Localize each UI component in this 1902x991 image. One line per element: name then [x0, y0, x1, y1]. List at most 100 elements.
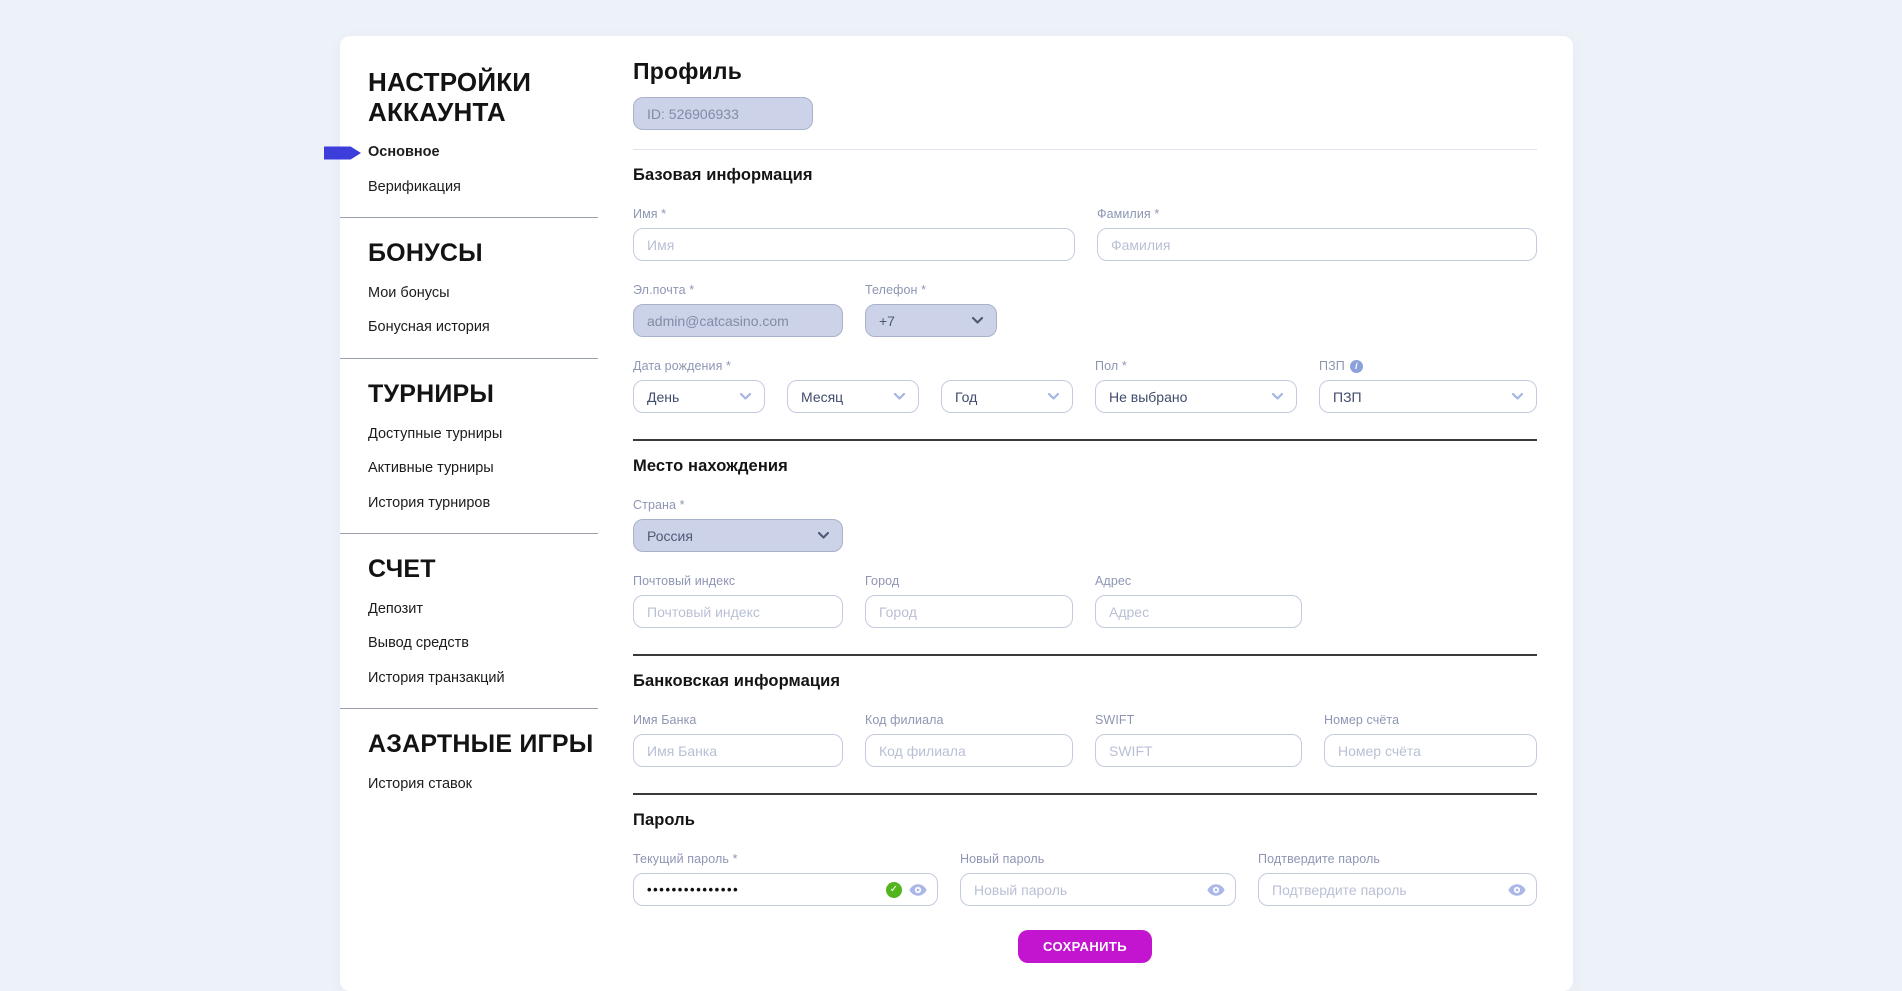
section-heading-bank-info: Банковская информация: [633, 672, 1537, 691]
birth-date-label: Дата рождения *: [633, 359, 765, 373]
account-number-field: Номер счёта: [1324, 713, 1537, 767]
sidebar-item-main[interactable]: Основное: [368, 144, 440, 161]
page-background: НАСТРОЙКИ АККАУНТА Основное Верификация …: [0, 0, 1902, 954]
current-password-wrap: ✓: [633, 873, 938, 906]
new-password-input[interactable]: [960, 873, 1236, 906]
bank-name-input[interactable]: [633, 734, 843, 767]
current-password-label: Текущий пароль *: [633, 852, 938, 866]
pep-label: ПЗП i: [1319, 359, 1537, 373]
birth-day-select[interactable]: День: [633, 380, 765, 413]
current-password-field: Текущий пароль * ✓: [633, 852, 938, 906]
phone-label: Телефон *: [865, 283, 997, 297]
birth-year-value: Год: [955, 389, 977, 405]
address-input[interactable]: [1095, 595, 1302, 628]
sidebar-item-available-tournaments[interactable]: Доступные турниры: [368, 426, 502, 443]
last-name-field: Фамилия *: [1097, 207, 1537, 261]
player-id-input: [633, 97, 813, 130]
sidebar-item-withdrawal[interactable]: Вывод средств: [368, 635, 469, 652]
chevron-down-icon: [894, 393, 905, 400]
bank-name-field: Имя Банка: [633, 713, 843, 767]
page-title: Профиль: [633, 58, 1537, 85]
pep-label-text: ПЗП: [1319, 359, 1345, 373]
sidebar-item-label: Доступные турниры: [368, 426, 502, 442]
sidebar-divider: [340, 358, 598, 359]
email-label: Эл.почта *: [633, 283, 843, 297]
birth-month-value: Месяц: [801, 389, 843, 405]
divider-light: [633, 149, 1537, 150]
save-button[interactable]: СОХРАНИТЬ: [1018, 930, 1152, 963]
sidebar-item-bonus-history[interactable]: Бонусная история: [368, 319, 490, 336]
profile-form: Профиль Базовая информация Имя * Фамилия…: [633, 36, 1573, 991]
sidebar-item-active-tournaments[interactable]: Активные турниры: [368, 460, 494, 477]
postal-code-field: Почтовый индекс: [633, 574, 843, 628]
chevron-down-icon: [740, 393, 751, 400]
active-item-marker-icon: [324, 147, 361, 160]
info-icon[interactable]: i: [1350, 360, 1363, 373]
first-name-input[interactable]: [633, 228, 1075, 261]
section-divider: [633, 654, 1537, 656]
gender-select[interactable]: Не выбрано: [1095, 380, 1297, 413]
confirm-password-input[interactable]: [1258, 873, 1537, 906]
branch-code-input[interactable]: [865, 734, 1073, 767]
birth-day-field: Дата рождения * День: [633, 359, 765, 413]
gender-label: Пол *: [1095, 359, 1297, 373]
sidebar-group-account-settings: НАСТРОЙКИ АККАУНТА: [368, 67, 563, 127]
account-number-label: Номер счёта: [1324, 713, 1537, 727]
player-id-field: [633, 97, 813, 130]
postal-code-input[interactable]: [633, 595, 843, 628]
chevron-down-icon: [1048, 393, 1059, 400]
sidebar-item-label: История ставок: [368, 776, 472, 792]
sidebar-item-my-bonuses[interactable]: Мои бонусы: [368, 285, 450, 302]
branch-code-label: Код филиала: [865, 713, 1073, 727]
birth-month-select[interactable]: Месяц: [787, 380, 919, 413]
sidebar-item-bet-history[interactable]: История ставок: [368, 776, 472, 793]
swift-label: SWIFT: [1095, 713, 1302, 727]
sidebar-item-label: История транзакций: [368, 670, 505, 686]
chevron-down-icon: [1512, 393, 1523, 400]
email-input: [633, 304, 843, 337]
pep-value: ПЗП: [1333, 389, 1362, 405]
phone-code-select[interactable]: +7: [865, 304, 997, 337]
confirm-password-field: Подтвердите пароль: [1258, 852, 1537, 906]
sidebar-item-label: История турниров: [368, 495, 490, 511]
last-name-label: Фамилия *: [1097, 207, 1537, 221]
sidebar-group-account: СЧЕТ: [368, 555, 598, 584]
birth-year-select[interactable]: Год: [941, 380, 1073, 413]
confirm-password-wrap: [1258, 873, 1537, 906]
birth-month-field: Месяц: [787, 380, 919, 413]
branch-code-field: Код филиала: [865, 713, 1073, 767]
pep-select[interactable]: ПЗП: [1319, 380, 1537, 413]
postal-code-label: Почтовый индекс: [633, 574, 843, 588]
sidebar-item-label: Мои бонусы: [368, 285, 450, 301]
country-select[interactable]: Россия: [633, 519, 843, 552]
sidebar-item-transaction-history[interactable]: История транзакций: [368, 670, 505, 687]
eye-icon[interactable]: [909, 883, 927, 896]
country-value: Россия: [647, 528, 693, 544]
section-heading-password: Пароль: [633, 811, 1537, 830]
sidebar-item-verification[interactable]: Верификация: [368, 179, 461, 196]
birth-year-field: Год: [941, 380, 1073, 413]
city-field: Город: [865, 574, 1073, 628]
confirm-password-label: Подтвердите пароль: [1258, 852, 1537, 866]
eye-icon[interactable]: [1207, 883, 1225, 896]
city-input[interactable]: [865, 595, 1073, 628]
city-label: Город: [865, 574, 1073, 588]
sidebar-divider: [340, 217, 598, 218]
account-number-input[interactable]: [1324, 734, 1537, 767]
last-name-input[interactable]: [1097, 228, 1537, 261]
section-divider: [633, 793, 1537, 795]
sidebar-divider: [340, 708, 598, 709]
check-circle-icon: ✓: [886, 882, 902, 898]
settings-card: НАСТРОЙКИ АККАУНТА Основное Верификация …: [340, 36, 1573, 991]
section-heading-location: Место нахождения: [633, 457, 1537, 476]
country-field: Страна * Россия: [633, 498, 843, 552]
settings-sidebar: НАСТРОЙКИ АККАУНТА Основное Верификация …: [340, 36, 633, 991]
first-name-field: Имя *: [633, 207, 1075, 261]
swift-input[interactable]: [1095, 734, 1302, 767]
country-label: Страна *: [633, 498, 843, 512]
sidebar-item-label: Бонусная история: [368, 319, 490, 335]
eye-icon[interactable]: [1508, 883, 1526, 896]
sidebar-item-deposit[interactable]: Депозит: [368, 601, 423, 618]
sidebar-item-tournament-history[interactable]: История турниров: [368, 495, 490, 512]
phone-code-value: +7: [879, 313, 895, 329]
